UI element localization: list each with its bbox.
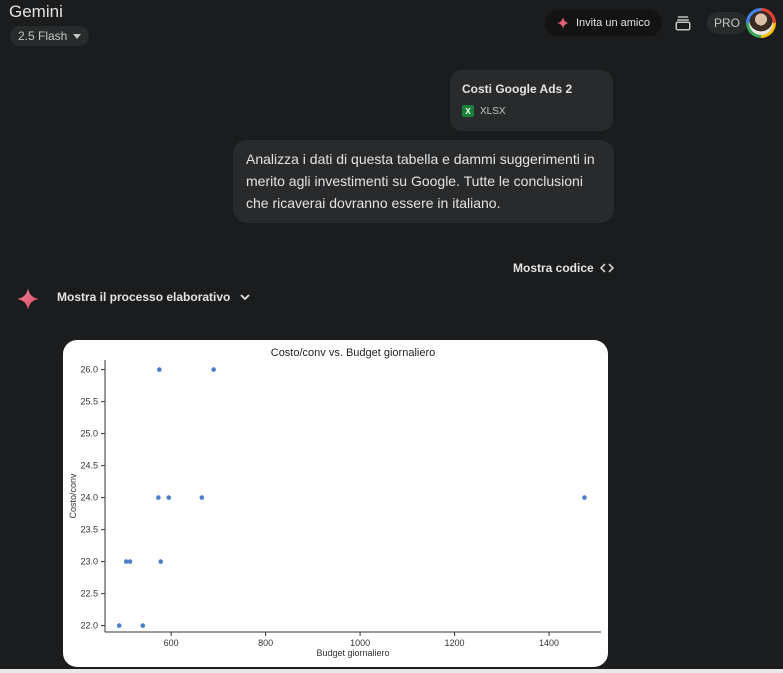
y-tick-label: 26.0	[80, 365, 98, 375]
x-tick-label: 1200	[445, 638, 465, 648]
chart-card: Costo/conv vs. Budget giornaliero 22.0 22…	[63, 340, 608, 667]
y-ticks: 22.0 22.5 23.0 23.5 24.0 24.5 25.0 25.5 26.0	[80, 365, 105, 631]
data-point	[156, 495, 161, 500]
spreadsheet-icon: X	[462, 105, 474, 117]
invite-friend-button[interactable]: Invita un amico	[545, 10, 662, 36]
attachment-type: XLSX	[480, 105, 506, 117]
y-tick-label: 24.5	[80, 461, 98, 471]
data-point	[199, 495, 205, 500]
data-point	[140, 623, 146, 628]
y-tick-label: 23.0	[80, 557, 98, 567]
x-tick-label: 800	[258, 638, 273, 648]
data-point	[127, 559, 133, 564]
data-point	[157, 367, 162, 372]
y-tick-label: 23.5	[80, 525, 98, 535]
y-axis-label: Costo/conv	[68, 473, 78, 519]
x-tick-label: 1000	[350, 638, 370, 648]
x-axis-label: Budget giornaliero	[316, 648, 389, 658]
chart-title: Costo/conv vs. Budget giornaliero	[271, 347, 435, 359]
y-tick-label: 25.0	[80, 429, 98, 439]
chevron-down-icon	[240, 293, 251, 300]
data-point	[582, 495, 587, 500]
user-message: Analizza i dati di questa tabella e damm…	[233, 140, 614, 223]
show-thinking-toggle[interactable]: Mostra il processo elaborativo	[57, 290, 251, 304]
caret-down-icon	[73, 33, 82, 39]
x-tick-label: 600	[164, 638, 179, 648]
pro-badge: PRO	[707, 12, 748, 34]
history-icon[interactable]	[674, 14, 692, 32]
model-selector[interactable]: 2.5 Flash	[10, 26, 90, 46]
x-ticks: 600 800 1000 1200 1400	[164, 632, 559, 648]
data-point	[166, 495, 172, 500]
avatar[interactable]	[746, 8, 776, 38]
show-thinking-label: Mostra il processo elaborativo	[57, 290, 231, 304]
gemini-spark-icon	[17, 288, 39, 310]
invite-friend-label: Invita un amico	[576, 17, 650, 29]
attachment-name: Costi Google Ads 2	[462, 82, 573, 96]
y-tick-label: 22.5	[80, 589, 98, 599]
y-tick-label: 25.5	[80, 397, 98, 407]
show-code-label: Mostra codice	[513, 261, 594, 275]
show-code-button[interactable]: Mostra codice	[513, 261, 614, 275]
data-point	[158, 559, 164, 564]
app-title: Gemini	[9, 2, 63, 21]
attachment-card[interactable]: Costi Google Ads 2 X XLSX	[450, 70, 613, 131]
y-tick-label: 24.0	[80, 493, 98, 503]
avatar-image	[749, 11, 773, 35]
x-tick-label: 1400	[539, 638, 559, 648]
data-point	[116, 623, 122, 628]
data-point	[211, 367, 216, 372]
bottom-edge	[0, 669, 783, 673]
scatter-chart: Costo/conv vs. Budget giornaliero 22.022…	[68, 347, 601, 658]
model-label: 2.5 Flash	[18, 29, 68, 43]
code-icon	[599, 263, 614, 273]
data-points	[116, 367, 587, 628]
y-tick-label: 22.0	[80, 621, 98, 631]
spark-icon	[557, 17, 569, 29]
